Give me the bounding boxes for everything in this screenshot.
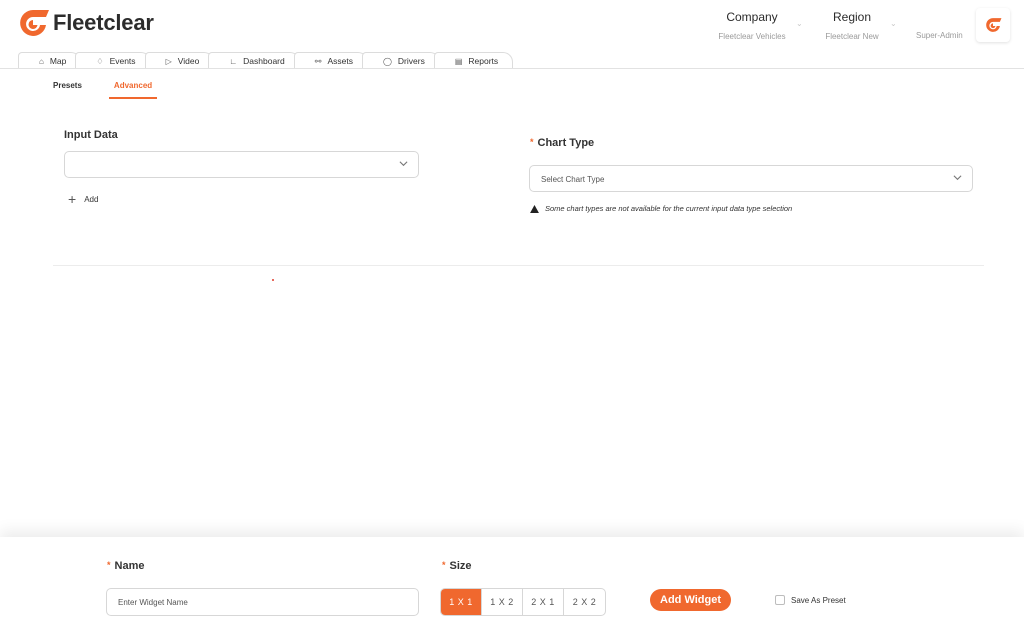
- add-input-button[interactable]: + Add: [68, 191, 99, 207]
- chart-type-select[interactable]: Select Chart Type: [529, 165, 973, 192]
- widget-name-placeholder: Enter Widget Name: [118, 597, 188, 607]
- chart-type-warning: Some chart types are not available for t…: [530, 204, 792, 213]
- car-icon: ⚯: [314, 56, 322, 66]
- input-data-select[interactable]: [64, 151, 419, 178]
- tab-presets[interactable]: Presets: [53, 81, 82, 99]
- size-2x1-button[interactable]: 2 X 1: [523, 589, 564, 615]
- chevron-down-icon: [953, 175, 962, 181]
- section-divider: [53, 265, 984, 266]
- tab-label: Dashboard: [243, 56, 285, 66]
- chevron-down-icon: [399, 161, 408, 167]
- chart-type-placeholder: Select Chart Type: [541, 175, 605, 184]
- tab-label: Events: [109, 56, 136, 66]
- tab-label: Reports: [468, 56, 499, 66]
- nav-divider: [0, 68, 1024, 69]
- bell-icon: ♢: [96, 56, 104, 66]
- top-header: Fleetclear Company ⌄ Fleetclear Vehicles…: [0, 0, 1024, 52]
- chart-type-label-text: Chart Type: [537, 137, 595, 149]
- size-label: * Size: [442, 560, 472, 572]
- size-label-text: Size: [449, 560, 472, 572]
- region-value: Fleetclear New: [825, 32, 879, 41]
- tab-label: Drivers: [397, 56, 425, 66]
- avatar[interactable]: [976, 8, 1010, 42]
- chart-icon: ∟: [229, 56, 238, 66]
- chart-type-label: * Chart Type: [530, 137, 594, 149]
- tab-drivers[interactable]: ◯ Drivers: [361, 52, 440, 69]
- required-asterisk: *: [107, 560, 111, 570]
- tab-advanced[interactable]: Advanced: [108, 81, 158, 99]
- add-widget-button[interactable]: Add Widget: [650, 589, 731, 611]
- widget-name-input[interactable]: Enter Widget Name: [106, 588, 419, 616]
- save-as-preset-label: Save As Preset: [791, 595, 846, 605]
- warning-icon: [530, 204, 539, 213]
- video-icon: ▷: [165, 56, 172, 66]
- size-2x2-button[interactable]: 2 X 2: [564, 589, 605, 615]
- fleetclear-logo-icon: [986, 18, 1002, 32]
- clipboard-icon: ▤: [454, 56, 463, 66]
- size-1x1-button[interactable]: 1 X 1: [441, 589, 482, 615]
- add-label: Add: [84, 194, 99, 204]
- save-as-preset-checkbox[interactable]: Save As Preset: [775, 595, 846, 605]
- size-options: 1 X 1 1 X 2 2 X 1 2 X 2: [440, 588, 606, 616]
- tab-assets[interactable]: ⚯ Assets: [293, 52, 368, 69]
- warning-text: Some chart types are not available for t…: [545, 204, 793, 213]
- required-asterisk: *: [530, 137, 534, 147]
- tab-reports[interactable]: ▤ Reports: [433, 52, 514, 69]
- app-name: Fleetclear: [53, 10, 154, 35]
- tab-events[interactable]: ♢ Events: [75, 52, 151, 69]
- home-icon: ⌂: [39, 56, 44, 66]
- tab-label: Map: [49, 56, 67, 66]
- name-label: * Name: [107, 560, 144, 572]
- red-dot: [272, 279, 274, 281]
- region-selector[interactable]: Region ⌄ Fleetclear New: [812, 10, 912, 41]
- fleetclear-logo-icon: [20, 10, 49, 36]
- main-nav: ⌂ Map ♢ Events ▷ Video ∟ Dashboard ⚯ Assets ◯…: [18, 52, 514, 69]
- tab-label: Video: [177, 56, 200, 66]
- tab-dashboard[interactable]: ∟ Dashboard: [208, 52, 300, 69]
- tab-map[interactable]: ⌂ Map: [18, 52, 82, 69]
- input-data-label: Input Data: [64, 129, 118, 141]
- user-icon: ◯: [382, 56, 392, 66]
- plus-icon: +: [68, 191, 77, 207]
- fleetclear-logo[interactable]: Fleetclear: [16, 8, 154, 38]
- tab-label: Assets: [327, 56, 353, 66]
- widget-mode-tabs: Presets Advanced: [53, 81, 189, 99]
- size-1x2-button[interactable]: 1 X 2: [482, 589, 523, 615]
- name-label-text: Name: [114, 560, 145, 572]
- user-role: Super-Admin: [916, 31, 963, 40]
- tab-video[interactable]: ▷ Video: [144, 52, 215, 69]
- chevron-down-icon: ⌄: [890, 19, 897, 28]
- required-asterisk: *: [442, 560, 446, 570]
- checkbox-box[interactable]: [775, 595, 785, 605]
